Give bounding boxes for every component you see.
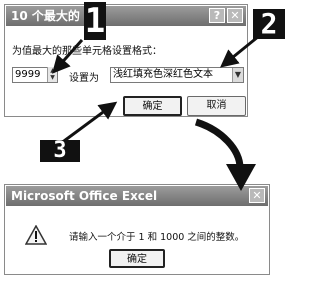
step-2-badge: 2 xyxy=(253,9,285,39)
arrow-to-ok xyxy=(63,101,118,143)
step-1-badge: 1 xyxy=(84,1,106,41)
big-curve-arrowhead xyxy=(226,164,256,191)
arrow-to-count xyxy=(52,39,84,74)
big-curve-arrow xyxy=(194,118,244,169)
step-3-badge: 3 xyxy=(40,140,80,162)
arrow-to-format xyxy=(220,34,260,68)
